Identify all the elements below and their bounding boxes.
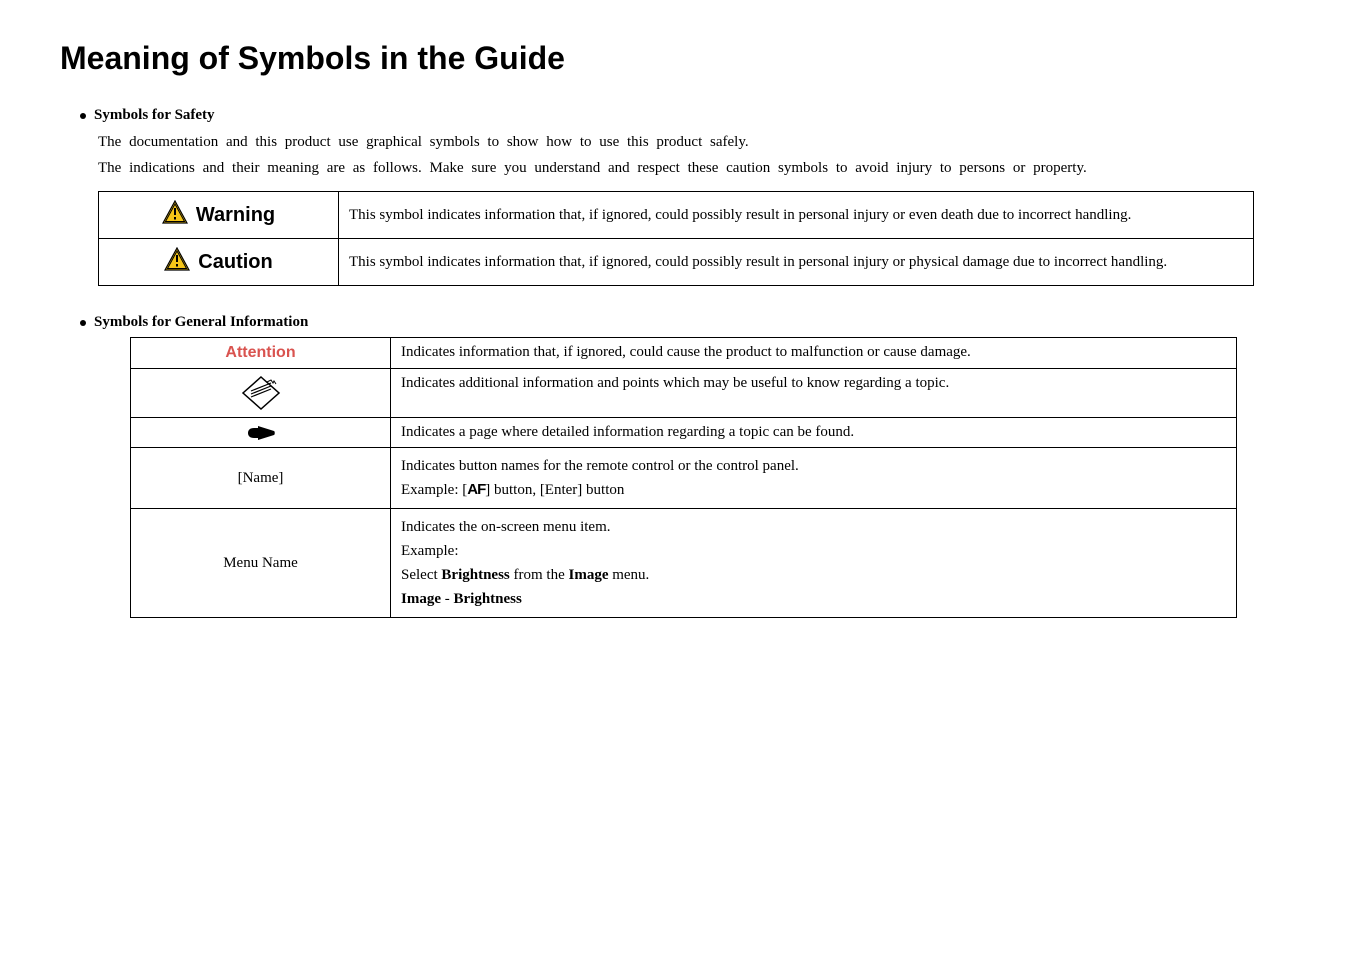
menu-label: Menu Name <box>131 509 391 618</box>
section-info-heading: Symbols for General Information <box>80 314 1290 331</box>
warning-triangle-icon <box>162 200 188 230</box>
safety-intro: The documentation and this product use g… <box>98 130 1290 181</box>
menu-line4a: Image <box>401 591 441 607</box>
table-row: Menu Name Indicates the on-screen menu i… <box>131 509 1237 618</box>
menu-line3b: Brightness <box>441 567 509 583</box>
name-desc-prefix: Example: [ <box>401 482 467 498</box>
menu-line3e: menu. <box>608 567 649 583</box>
table-row: Indicates additional information and poi… <box>131 369 1237 418</box>
caution-triangle-icon <box>164 247 190 277</box>
safety-intro-line1: The documentation and this product use g… <box>98 134 749 150</box>
name-desc-line1: Indicates button names for the remote co… <box>401 458 799 474</box>
tip-icon-cell <box>131 369 391 418</box>
section-info-title: Symbols for General Information <box>94 314 308 331</box>
hand-icon-cell <box>131 418 391 448</box>
menu-line4c: Brightness <box>454 591 522 607</box>
page-title: Meaning of Symbols in the Guide <box>60 40 1290 77</box>
attention-label-cell: Attention <box>131 338 391 369</box>
name-desc-suffix: ] button, [Enter] button <box>485 482 624 498</box>
caution-label-text: Caution <box>198 251 272 274</box>
info-table: Attention Indicates information that, if… <box>130 337 1237 618</box>
warning-label-text: Warning <box>196 204 275 227</box>
name-desc: Indicates button names for the remote co… <box>391 448 1237 509</box>
tip-diamond-icon <box>241 384 281 400</box>
table-row: [Name] Indicates button names for the re… <box>131 448 1237 509</box>
table-row: Warning This symbol indicates informatio… <box>99 192 1254 239</box>
pointing-hand-icon <box>246 424 276 440</box>
menu-line4b: - <box>441 591 454 607</box>
menu-line3a: Select <box>401 567 441 583</box>
section-safety-title: Symbols for Safety <box>94 107 215 124</box>
warning-desc: This symbol indicates information that, … <box>339 192 1254 239</box>
menu-line2: Example: <box>401 543 458 559</box>
section-safety-heading: Symbols for Safety <box>80 107 1290 124</box>
hand-desc: Indicates a page where detailed informat… <box>391 418 1237 448</box>
menu-line1: Indicates the on-screen menu item. <box>401 519 611 535</box>
bullet-icon <box>80 113 86 119</box>
safety-intro-line2: The indications and their meaning are as… <box>98 160 1087 176</box>
table-row: Indicates a page where detailed informat… <box>131 418 1237 448</box>
caution-label-cell: Caution <box>99 239 339 286</box>
af-icon: AF <box>467 481 485 498</box>
menu-line3c: from the <box>510 567 569 583</box>
menu-line3d: Image <box>568 567 608 583</box>
attention-desc: Indicates information that, if ignored, … <box>391 338 1237 369</box>
tip-desc: Indicates additional information and poi… <box>391 369 1237 418</box>
menu-desc: Indicates the on-screen menu item. Examp… <box>391 509 1237 618</box>
safety-table: Warning This symbol indicates informatio… <box>98 191 1254 286</box>
caution-desc: This symbol indicates information that, … <box>339 239 1254 286</box>
attention-label: Attention <box>225 344 295 361</box>
name-label: [Name] <box>131 448 391 509</box>
table-row: Attention Indicates information that, if… <box>131 338 1237 369</box>
bullet-icon <box>80 320 86 326</box>
warning-label-cell: Warning <box>99 192 339 239</box>
table-row: Caution This symbol indicates informatio… <box>99 239 1254 286</box>
